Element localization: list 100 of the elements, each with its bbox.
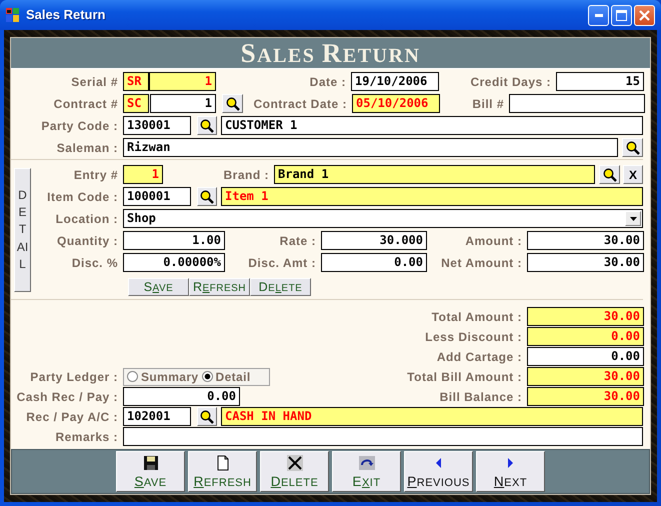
- text-field[interactable]: 1: [149, 72, 216, 91]
- field-label: Location :: [56, 210, 118, 228]
- field-label: Add Cartage :: [436, 348, 522, 366]
- field-label: Entry #: [74, 166, 118, 184]
- field-label: Quantity :: [57, 232, 118, 250]
- maximize-icon: [616, 10, 627, 20]
- toolbar-button[interactable]: PREVIOUS: [404, 451, 473, 492]
- text-field[interactable]: 30.000: [321, 231, 427, 250]
- text-field[interactable]: 30.00: [527, 387, 644, 406]
- search-button[interactable]: [599, 165, 620, 184]
- field-label: Brand :: [224, 166, 269, 184]
- field-label: Serial #: [71, 74, 118, 90]
- text-field[interactable]: [123, 427, 643, 446]
- search-button[interactable]: [197, 116, 217, 135]
- field-label: Remarks :: [55, 428, 118, 446]
- field-label: Amount :: [465, 232, 522, 250]
- text-field[interactable]: CASH IN HAND: [221, 407, 643, 426]
- text-field[interactable]: Rizwan: [123, 138, 618, 157]
- toolbar-button[interactable]: DELETE: [260, 451, 329, 492]
- field-label: Item Code :: [47, 188, 118, 206]
- text-field[interactable]: CUSTOMER 1: [221, 116, 643, 135]
- search-button[interactable]: [197, 407, 217, 426]
- text-field[interactable]: 0.00000%: [123, 253, 225, 272]
- radio-label[interactable]: Detail: [216, 368, 251, 386]
- caret-icon: [630, 216, 636, 220]
- search-icon: [626, 140, 640, 154]
- text-field[interactable]: Brand 1: [274, 165, 595, 184]
- text-field[interactable]: 1.00: [123, 231, 225, 250]
- toolbar-button[interactable]: EXIT: [332, 451, 401, 492]
- form-title: SALES RETURN: [240, 40, 420, 66]
- search-icon: [200, 410, 214, 424]
- left-triangle-icon: [436, 458, 441, 468]
- search-icon: [200, 118, 214, 132]
- maximize-button[interactable]: [611, 4, 632, 26]
- clear-button[interactable]: X: [623, 165, 643, 184]
- text-field[interactable]: 30.00: [527, 367, 644, 386]
- text-field[interactable]: 30.00: [527, 307, 644, 326]
- field-label: Total Bill Amount :: [407, 368, 522, 386]
- field-label: Date :: [310, 74, 346, 90]
- toolbar-button[interactable]: NEXT: [476, 451, 545, 492]
- text-field[interactable]: 0.00: [123, 387, 240, 406]
- field-label: Bill #: [472, 96, 504, 112]
- text-field[interactable]: SR: [123, 72, 149, 91]
- field-label: Contract #: [54, 96, 118, 112]
- text-field[interactable]: 19/10/2006: [351, 72, 439, 91]
- field-label: Party Ledger :: [30, 368, 118, 386]
- toolbar-button[interactable]: REFRESH: [188, 451, 257, 492]
- window-title: Sales Return: [26, 6, 106, 24]
- field-label: Credit Days :: [470, 74, 551, 90]
- search-icon: [200, 190, 214, 204]
- text-field[interactable]: 1: [123, 165, 163, 184]
- field-label: Net Amount :: [441, 254, 522, 272]
- field-label: Rate :: [280, 232, 316, 250]
- close-icon: [639, 10, 650, 20]
- text-field[interactable]: 100001: [123, 187, 191, 206]
- right-triangle-icon: [508, 458, 513, 468]
- detail-button[interactable]: REFRESH: [189, 278, 250, 296]
- text-field[interactable]: 102001: [123, 407, 191, 426]
- field-label: Bill Balance :: [440, 388, 522, 406]
- search-button[interactable]: [222, 94, 243, 113]
- radio-button[interactable]: [202, 371, 212, 382]
- detail-button[interactable]: DELETE: [250, 278, 311, 296]
- detail-tab[interactable]: DETAIL: [14, 168, 31, 292]
- radio-label[interactable]: Summary: [141, 368, 198, 386]
- field-label: Total Amount :: [432, 308, 522, 326]
- text-field[interactable]: 05/10/2006: [352, 94, 440, 113]
- app-icon: [5, 7, 21, 23]
- field-label: Cash Rec / Pay :: [16, 388, 118, 406]
- text-field[interactable]: SC: [123, 94, 149, 113]
- dropdown-button[interactable]: [625, 211, 641, 226]
- text-field[interactable]: 130001: [123, 116, 191, 135]
- text-field[interactable]: 15: [556, 72, 644, 91]
- search-button[interactable]: [197, 187, 217, 206]
- search-icon: [602, 168, 616, 182]
- search-button[interactable]: [622, 138, 643, 157]
- page-icon: [214, 455, 230, 471]
- text-field[interactable]: Item 1: [221, 187, 643, 206]
- minimize-icon: [594, 14, 602, 16]
- field-label: Contract Date :: [253, 96, 347, 112]
- close-button[interactable]: [634, 4, 655, 26]
- text-field[interactable]: 30.00: [527, 231, 644, 250]
- cross-icon: [286, 455, 302, 471]
- field-label: Disc. Amt :: [248, 254, 316, 272]
- text-field[interactable]: 30.00: [527, 253, 644, 272]
- field-label: Saleman :: [56, 140, 118, 156]
- text-field[interactable]: 1: [150, 94, 216, 113]
- dropdown-field[interactable]: Shop: [123, 209, 643, 228]
- radio-button[interactable]: [127, 371, 138, 382]
- field-label: Disc. %: [72, 254, 118, 272]
- text-field[interactable]: [509, 94, 645, 113]
- search-icon: [226, 96, 240, 110]
- field-label: Party Code :: [41, 118, 118, 134]
- detail-button[interactable]: SAVE: [128, 278, 189, 296]
- text-field[interactable]: 0.00: [527, 347, 644, 366]
- field-label: Less Discount :: [425, 328, 522, 346]
- field-label: Rec / Pay A/C :: [26, 408, 118, 426]
- toolbar-button[interactable]: SAVE: [116, 451, 185, 492]
- text-field[interactable]: 0.00: [527, 327, 644, 346]
- text-field[interactable]: 0.00: [321, 253, 427, 272]
- minimize-button[interactable]: [588, 4, 609, 26]
